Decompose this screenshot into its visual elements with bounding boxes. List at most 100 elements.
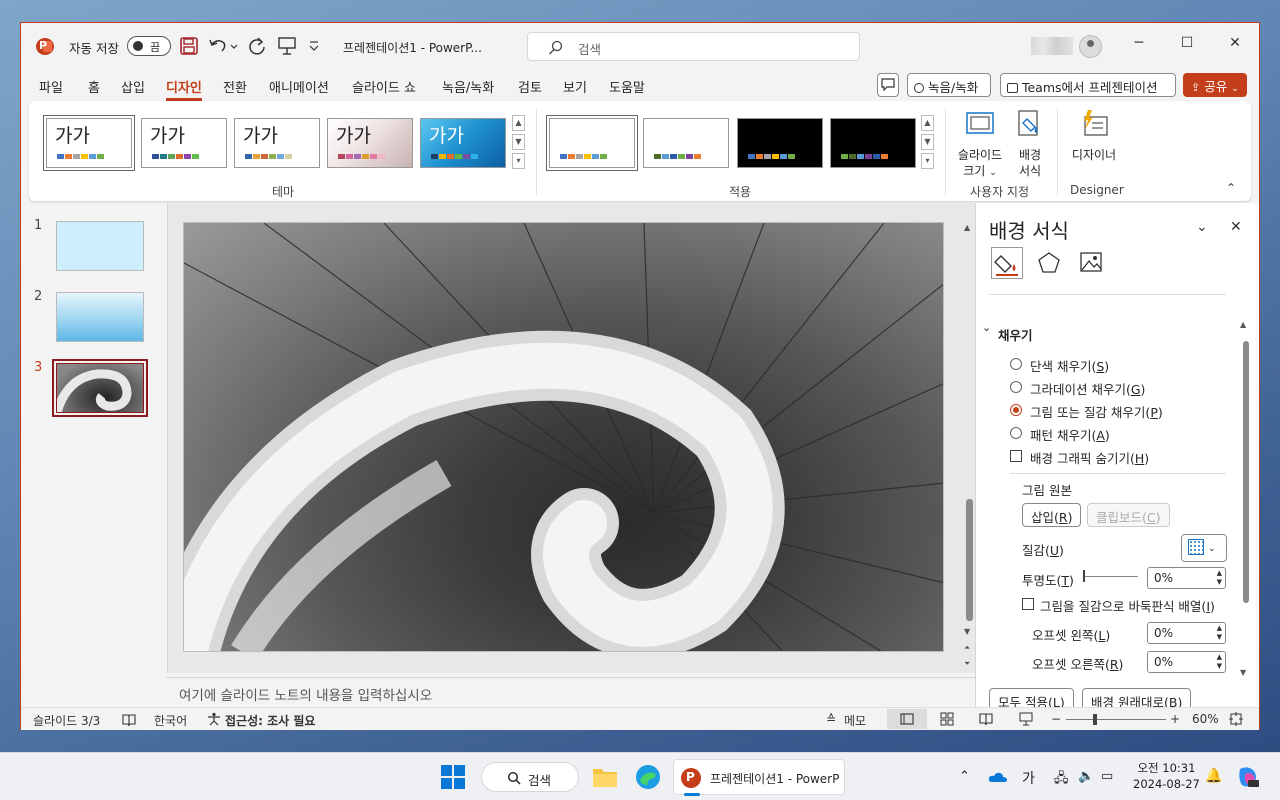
tab-animations[interactable]: 애니메이션: [269, 77, 329, 96]
slide-size-button[interactable]: 슬라이드 크기 ⌄: [955, 109, 1005, 181]
show-hidden-icons[interactable]: ⌃: [959, 769, 970, 784]
share-button[interactable]: ⇪ 공유 ⌄: [1183, 73, 1247, 97]
themes-scroll-up[interactable]: ▲: [512, 115, 525, 131]
hide-graphics-label[interactable]: 배경 그래픽 숨기기(H): [1030, 448, 1149, 467]
network-icon[interactable]: 🖧: [1054, 769, 1069, 791]
offset-left-input[interactable]: 0% ▲ ▼: [1147, 622, 1226, 644]
tab-slideshow[interactable]: 슬라이드 쇼: [352, 77, 416, 96]
tab-transitions[interactable]: 전환: [223, 77, 247, 96]
transparency-slider[interactable]: [1083, 576, 1138, 577]
tab-view[interactable]: 보기: [563, 77, 587, 96]
texture-dropdown[interactable]: ⌄: [1181, 534, 1227, 562]
themes-scroll-down[interactable]: ▼: [512, 134, 525, 150]
collapse-ribbon-icon[interactable]: ⌃: [1226, 181, 1236, 195]
pane-scroll-thumb[interactable]: [1243, 341, 1249, 603]
variant-2[interactable]: [643, 118, 729, 168]
notification-bell-icon[interactable]: 🔔: [1205, 768, 1222, 784]
tab-insert[interactable]: 삽입: [121, 77, 145, 96]
slide-count[interactable]: 슬라이드 3/3: [33, 712, 100, 729]
tab-help[interactable]: 도움말: [609, 77, 645, 96]
speaker-icon[interactable]: 🔈: [1078, 769, 1094, 784]
windows-start-icon[interactable]: [440, 764, 468, 792]
previous-slide-icon[interactable]: ⏶: [964, 643, 970, 653]
reading-view-icon[interactable]: [979, 712, 993, 726]
gradient-fill-label[interactable]: 그라데이션 채우기(G): [1030, 379, 1145, 398]
slide-thumbnail-1[interactable]: [56, 221, 144, 271]
battery-icon[interactable]: ▭: [1101, 769, 1113, 784]
zoom-in-icon[interactable]: +: [1170, 712, 1180, 726]
zoom-level[interactable]: 60%: [1192, 712, 1219, 726]
normal-view-button[interactable]: [887, 709, 927, 729]
scroll-down-icon[interactable]: ▼: [964, 627, 970, 636]
variant-1[interactable]: [546, 115, 638, 171]
gradient-fill-radio[interactable]: [1010, 381, 1022, 393]
theme-5[interactable]: 가가: [420, 118, 506, 168]
taskbar-search[interactable]: 검색: [481, 762, 579, 792]
section-collapse-icon[interactable]: ⌄: [982, 321, 991, 334]
format-background-button[interactable]: 배경 서식: [1009, 109, 1051, 179]
themes-more[interactable]: ▾: [512, 153, 525, 169]
teams-present-button[interactable]: Teams에서 프레젠테이션: [1000, 73, 1176, 97]
offset-right-input[interactable]: 0% ▲ ▼: [1147, 651, 1226, 673]
tab-review[interactable]: 검토: [518, 77, 542, 96]
zoom-slider-thumb[interactable]: [1093, 714, 1097, 725]
search-box[interactable]: 검색: [527, 32, 860, 61]
close-window-icon[interactable]: ✕: [1225, 35, 1245, 51]
variants-scroll-down[interactable]: ▼: [921, 134, 934, 150]
document-title[interactable]: 프레젠테이션1 - PowerP...: [343, 39, 482, 56]
variant-4[interactable]: [830, 118, 916, 168]
system-clock[interactable]: 오전 10:31 2024-08-27: [1133, 760, 1200, 792]
notes-pane[interactable]: 여기에 슬라이드 노트의 내용을 입력하십시오: [167, 677, 975, 707]
tab-design[interactable]: 디자인: [166, 77, 202, 101]
transparency-slider-thumb[interactable]: [1083, 570, 1085, 582]
tab-record[interactable]: 녹음/녹화: [442, 77, 494, 96]
designer-button[interactable]: 디자이너: [1065, 109, 1123, 163]
solid-fill-radio[interactable]: [1010, 358, 1022, 370]
copilot-icon[interactable]: [1236, 765, 1260, 789]
picture-fill-radio[interactable]: [1010, 404, 1022, 416]
picture-fill-label[interactable]: 그림 또는 질감 채우기(P): [1030, 402, 1163, 421]
tile-picture-checkbox[interactable]: [1022, 598, 1034, 610]
redo-icon[interactable]: [247, 36, 267, 56]
fit-to-window-icon[interactable]: [1229, 712, 1243, 726]
comments-button[interactable]: [877, 73, 899, 97]
tab-home[interactable]: 홈: [88, 77, 100, 96]
undo-icon[interactable]: [208, 36, 238, 56]
file-explorer-icon[interactable]: [591, 763, 619, 791]
variants-more[interactable]: ▾: [921, 153, 934, 169]
scroll-down-icon[interactable]: ▼: [1240, 668, 1246, 677]
fill-tab[interactable]: [991, 247, 1023, 279]
hide-graphics-checkbox[interactable]: [1010, 450, 1022, 462]
notes-toggle[interactable]: 메모: [844, 712, 866, 729]
slide-canvas[interactable]: [183, 222, 944, 652]
theme-3[interactable]: 가가: [234, 118, 320, 168]
scroll-up-icon[interactable]: ▲: [964, 223, 970, 232]
variant-3[interactable]: [737, 118, 823, 168]
tab-file[interactable]: 파일: [39, 77, 63, 96]
save-icon[interactable]: [180, 37, 198, 55]
language[interactable]: 한국어: [154, 712, 187, 729]
autosave-toggle[interactable]: 끔: [127, 36, 171, 56]
edge-browser-icon[interactable]: [634, 763, 662, 791]
effects-tab[interactable]: [1034, 247, 1066, 279]
clipboard-button[interactable]: 클립보드(C): [1087, 503, 1170, 527]
next-slide-icon[interactable]: ⏷: [964, 659, 970, 669]
account-avatar-icon[interactable]: [1079, 35, 1102, 58]
zoom-out-icon[interactable]: −: [1051, 712, 1061, 726]
zoom-slider[interactable]: [1066, 719, 1166, 720]
tile-picture-label[interactable]: 그림을 질감으로 바둑판식 배열(I): [1040, 596, 1215, 615]
slide-thumbnail-3[interactable]: [52, 359, 148, 417]
minimize-icon[interactable]: ─: [1129, 35, 1149, 51]
accessibility-status[interactable]: 접근성: 조사 필요: [225, 712, 315, 729]
theme-office[interactable]: 가가: [43, 115, 135, 171]
slide-thumbnail-2[interactable]: [56, 292, 144, 342]
scroll-up-icon[interactable]: ▲: [1240, 320, 1246, 329]
theme-2[interactable]: 가가: [141, 118, 227, 168]
slide-sorter-icon[interactable]: [940, 712, 954, 726]
theme-4[interactable]: 가가: [327, 118, 413, 168]
customize-qat-icon[interactable]: [308, 39, 320, 53]
picture-tab[interactable]: [1076, 247, 1108, 279]
taskbar-powerpoint-window[interactable]: P 프레젠테이션1 - PowerP: [673, 759, 845, 796]
spell-check-icon[interactable]: [122, 713, 136, 727]
present-icon[interactable]: [277, 36, 297, 56]
